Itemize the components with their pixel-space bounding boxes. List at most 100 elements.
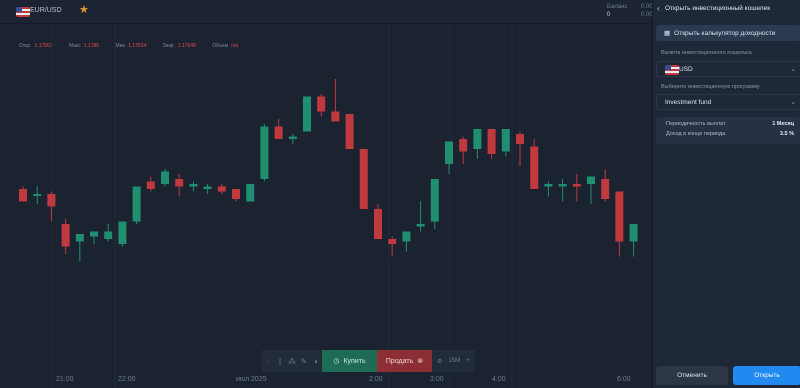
candle: [473, 129, 482, 159]
chevron-down-icon: ⌄: [790, 66, 796, 73]
price-chart[interactable]: Откр. 1.17603 Макс 1.1785 Мин 1.17624 Закр.…: [0, 24, 652, 388]
asset-tab-eurusd[interactable]: EUR/USD ★: [16, 4, 98, 20]
candle-body: [161, 171, 169, 184]
candle-body: [189, 184, 198, 187]
candle-body: [33, 194, 42, 196]
chevron-down-icon: ⌄: [790, 99, 796, 106]
open-calculator-button[interactable]: ▦ Открыть калькулятор доходности: [656, 25, 800, 41]
cancel-button[interactable]: Отменить: [656, 366, 728, 385]
balance2-readout: 0.00 0.00: [641, 3, 653, 19]
program-info-box: Периодичность выплат 1 Месяц Доход в кон…: [656, 117, 800, 144]
candle: [260, 124, 269, 182]
candle-body: [459, 139, 468, 152]
candle: [146, 176, 155, 192]
candle: [161, 169, 169, 187]
candle: [203, 184, 212, 194]
x-tick-label: 2:00: [369, 376, 383, 383]
balance2-label: 0.00: [641, 4, 653, 10]
candle-body: [544, 184, 553, 187]
trade-toolbar: ◌ | ⁂ ✎ ◗ ◷ Купить Продать ⊗ ⚙ 15M +: [262, 350, 475, 372]
x-tick-label: 21:00: [56, 376, 74, 383]
candle: [19, 186, 27, 202]
candle-body: [331, 111, 340, 122]
candle: [288, 134, 297, 144]
back-chevron-icon[interactable]: ‹: [657, 4, 660, 13]
candle: [416, 201, 425, 232]
line-tool-icon[interactable]: |: [274, 350, 286, 372]
candle-body: [288, 136, 297, 139]
program-label: Выберите инвестиционную программу: [661, 84, 760, 90]
x-tick-label: июл 2025: [236, 376, 267, 383]
candle: [544, 181, 553, 197]
program-select[interactable]: Investment fund ⌄: [656, 94, 800, 110]
candle-body: [19, 189, 27, 202]
candle: [118, 221, 127, 247]
currency-label: Валюта инвестиционного кошелька: [661, 50, 752, 56]
candle: [132, 186, 141, 224]
income-row: Доход в конце периода 3.5 %: [666, 131, 794, 137]
candle-body: [118, 221, 127, 244]
candle: [530, 139, 539, 189]
candle-body: [402, 231, 411, 242]
candle-body: [445, 141, 453, 164]
candle-body: [274, 126, 283, 139]
candle: [345, 114, 354, 149]
timeframe-controls: ⚙ 15M +: [432, 350, 475, 372]
buy-button[interactable]: ◷ Купить: [322, 350, 377, 372]
timeframe-select[interactable]: 15M: [448, 358, 460, 364]
candle: [75, 234, 84, 262]
candle: [47, 191, 56, 222]
candle-body: [374, 209, 382, 239]
favorite-star-icon[interactable]: ★: [79, 3, 89, 16]
candle-body: [473, 129, 482, 149]
balance-label: Баланс: [607, 4, 628, 10]
magnet-tool-icon[interactable]: ◗: [310, 350, 322, 372]
sell-label: Продать: [385, 357, 414, 365]
candle: [430, 179, 439, 229]
candle: [629, 224, 638, 257]
buy-clock-icon: ◷: [333, 358, 340, 365]
candle-body: [345, 114, 354, 149]
candle-body: [501, 129, 510, 152]
candle-body: [615, 191, 624, 242]
indicator-tool-icon[interactable]: ⁂: [286, 350, 298, 372]
invest-wallet-panel: ‹ Открыть инвестиционный кошелек ▦ Откры…: [652, 0, 800, 388]
candle-body: [47, 194, 56, 207]
cursor-tool-icon[interactable]: ◌: [262, 350, 274, 372]
sell-button[interactable]: Продать ⊗: [377, 350, 432, 372]
candle-body: [530, 146, 539, 189]
candle: [303, 96, 311, 132]
us-flag-icon: [16, 7, 30, 17]
draw-tool-icon[interactable]: ✎: [298, 350, 310, 372]
candle-body: [175, 179, 184, 187]
candle-body: [61, 224, 70, 247]
payout-label: Периодичность выплат: [666, 121, 726, 127]
candle: [175, 174, 184, 197]
income-label: Доход в конце периода: [666, 131, 726, 137]
us-flag-icon: [665, 65, 679, 75]
candle: [274, 119, 283, 139]
buy-label: Купить: [343, 357, 366, 365]
x-tick-label: 22:00: [118, 376, 136, 383]
add-plus-icon[interactable]: +: [466, 358, 470, 364]
candle: [445, 141, 453, 174]
candle: [587, 176, 595, 204]
candle: [104, 224, 113, 242]
candlestick-svg: [19, 24, 638, 388]
candle-body: [388, 239, 397, 244]
panel-header: ‹ Открыть инвестиционный кошелек: [653, 0, 800, 18]
candle: [189, 181, 198, 192]
candle: [402, 231, 411, 252]
payout-row: Периодичность выплат 1 Месяц: [666, 121, 794, 127]
candle-body: [246, 184, 255, 202]
settings-gear-icon[interactable]: ⚙: [437, 358, 442, 365]
balance-readout: Баланс 0: [607, 3, 627, 19]
program-value: Investment fund: [665, 99, 712, 106]
candle-body: [132, 186, 141, 222]
candle: [33, 186, 42, 204]
candle: [601, 169, 610, 202]
open-button[interactable]: Открыть: [733, 366, 800, 385]
candle: [501, 129, 510, 157]
currency-select[interactable]: USD ⌄: [656, 61, 800, 77]
sell-clock-icon: ⊗: [417, 358, 424, 365]
